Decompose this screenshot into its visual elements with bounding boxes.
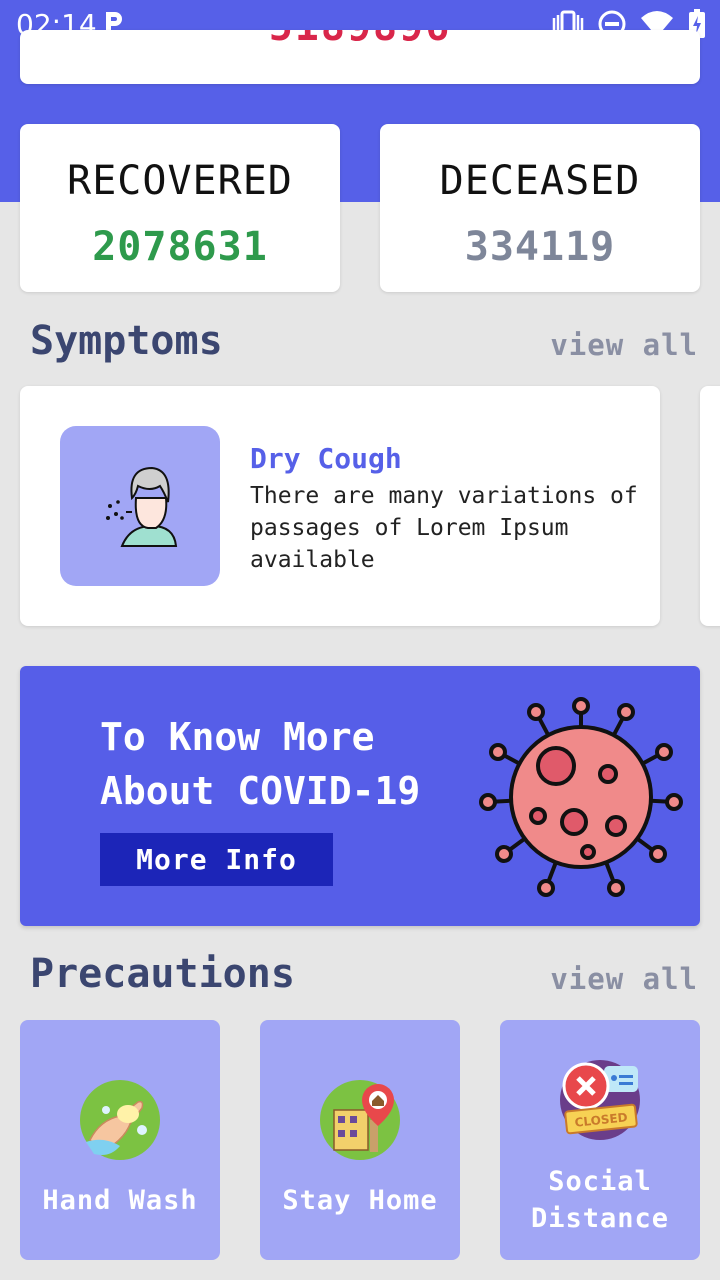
precaution-label-stay-home: Stay Home [282,1185,438,1216]
confirmed-card[interactable]: 5189896 [20,30,700,84]
more-info-button[interactable]: More Info [100,833,333,886]
deceased-value: 334119 [464,224,616,270]
confirmed-value: 5189896 [20,30,700,50]
covid-info-banner: To Know More About COVID-19 More Info [20,666,700,926]
precaution-label-social-distance: Social Distance [500,1163,700,1237]
recovered-label: RECOVERED [67,158,293,204]
precaution-card-stay-home[interactable]: Stay Home [260,1020,460,1260]
stay-home-icon [320,1080,400,1160]
symptom-title: Dry Cough [250,442,402,475]
recovered-value: 2078631 [92,224,268,270]
symptom-card-next[interactable] [700,386,720,626]
precaution-label-hand-wash: Hand Wash [42,1185,198,1216]
symptom-card[interactable]: Dry Cough There are many variations of p… [20,386,660,626]
precaution-label-line1: Social [548,1166,652,1197]
banner-title-line1: To Know More [100,715,375,759]
symptom-description: There are many variations of passages of… [250,483,638,573]
virus-icon [479,697,683,897]
precautions-view-all-link[interactable]: view all [550,962,698,996]
precaution-card-hand-wash[interactable]: Hand Wash [20,1020,220,1260]
coughing-person-icon [106,466,178,547]
banner-title: To Know More About COVID-19 [100,710,480,818]
banner-title-line2: About COVID-19 [100,769,421,813]
recovered-card[interactable]: RECOVERED 2078631 [20,124,340,292]
symptom-icon-box [60,426,220,586]
symptoms-title: Symptoms [30,318,223,364]
precautions-title: Precautions [30,951,295,997]
symptoms-view-all-link[interactable]: view all [550,328,698,362]
hand-wash-icon [80,1080,160,1160]
precaution-label-line2: Distance [530,1203,670,1234]
deceased-card[interactable]: DECEASED 334119 [380,124,700,292]
deceased-label: DECEASED [439,158,641,204]
closed-sign-icon: CLOSED [560,1060,640,1140]
precaution-card-social-distance[interactable]: CLOSED Social Distance [500,1020,700,1260]
